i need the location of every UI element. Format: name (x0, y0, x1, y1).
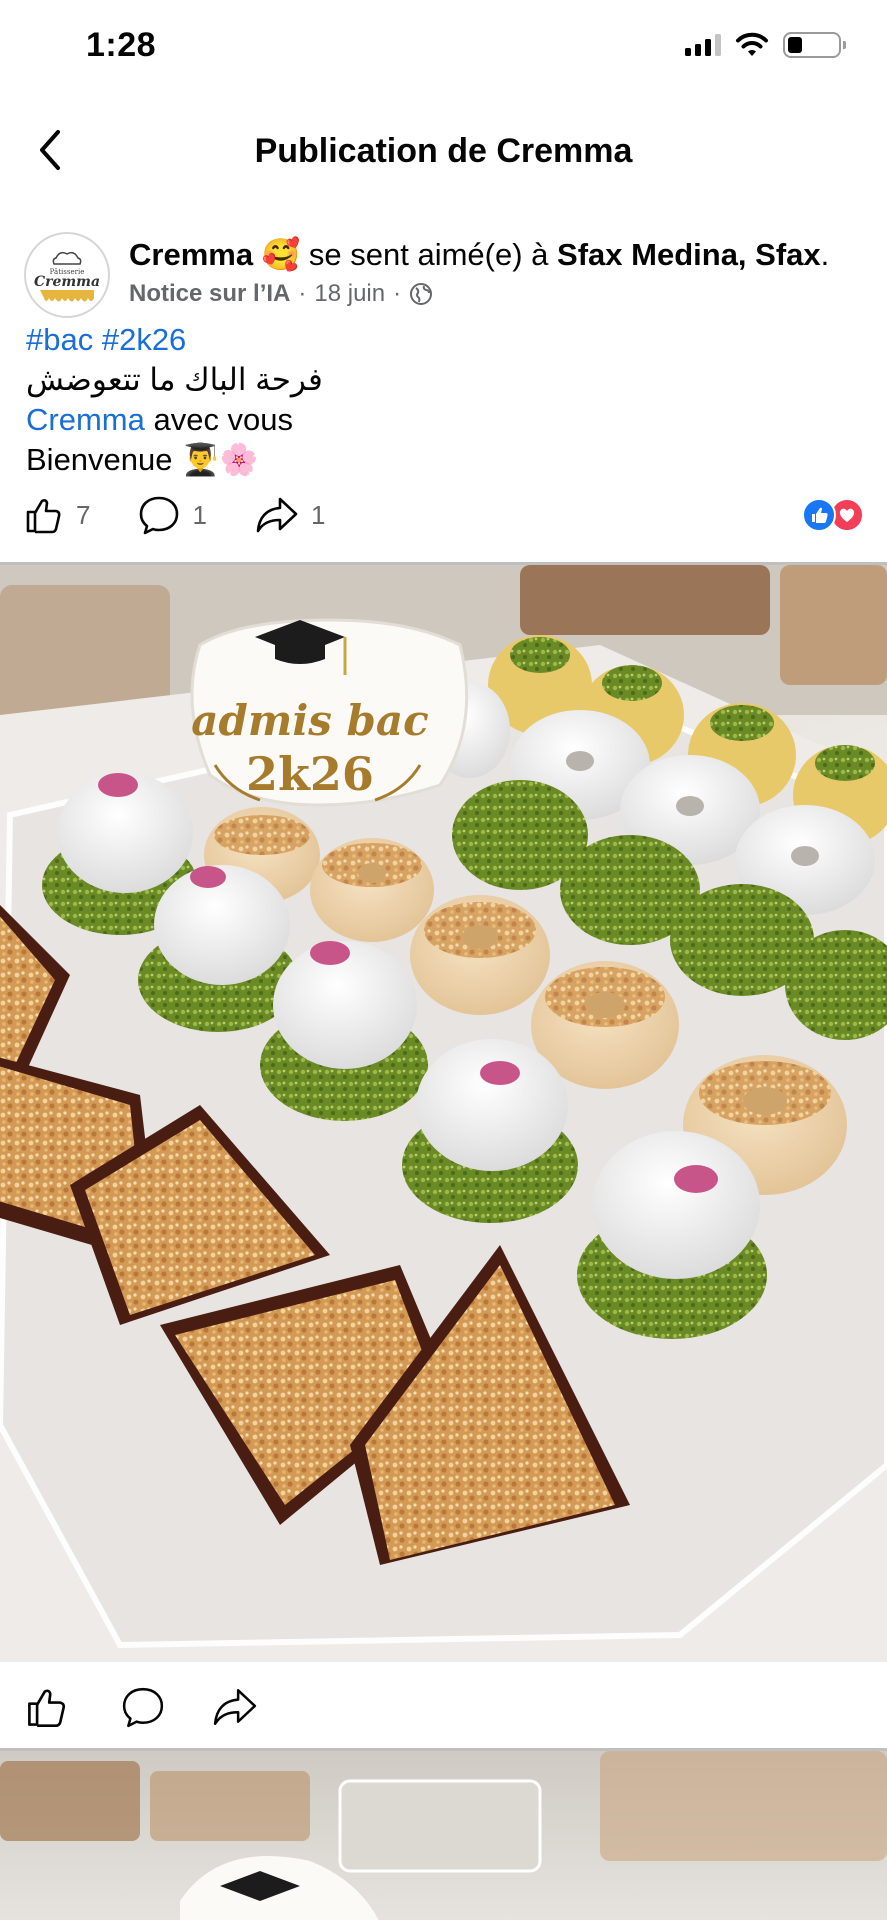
svg-text:2k26: 2k26 (246, 747, 374, 801)
like-count[interactable]: 7 (24, 495, 90, 535)
like-button[interactable] (22, 1682, 72, 1732)
ai-notice-link[interactable]: Notice sur l’IA (129, 280, 290, 308)
post-body: #bac #2k26 فرحة الباك ما تتعوضش Cremma a… (26, 320, 866, 480)
like-reaction-icon (802, 498, 836, 532)
share-count[interactable]: 1 (255, 495, 325, 535)
mention-line: Cremma avec vous (26, 400, 866, 440)
pastry-boxes-image (0, 1751, 887, 1920)
welcome-line: Bienvenue 👨‍🎓🌸 (26, 440, 866, 480)
next-post-photo[interactable] (0, 1748, 887, 1920)
status-bar: 1:28 (0, 0, 887, 96)
status-time: 1:28 (86, 26, 157, 64)
arabic-line: فرحة الباك ما تتعوضش (26, 362, 323, 397)
post-meta: Notice sur l’IA · 18 juin · (129, 280, 433, 308)
battery-icon (783, 32, 846, 58)
meta-separator: · (298, 280, 307, 307)
hashtags[interactable]: #bac #2k26 (26, 320, 866, 360)
post-photo[interactable]: admis bac 2k26 (0, 562, 887, 1662)
post-date[interactable]: 18 juin (314, 280, 385, 308)
avatar[interactable]: Pâtisserie Cremma (24, 232, 110, 318)
reaction-summary[interactable] (802, 498, 864, 532)
author-name[interactable]: Cremma (129, 237, 253, 272)
welcome-text: Bienvenue (26, 442, 173, 477)
cellular-signal-icon (685, 34, 721, 56)
post-header: Pâtisserie Cremma Cremma 🥰 se sent aimé(… (24, 228, 874, 318)
meta-separator: · (393, 280, 402, 307)
comment-button[interactable] (118, 1682, 168, 1732)
cremma-logo-icon: Pâtisserie Cremma (27, 235, 107, 315)
location-suffix: . (820, 237, 830, 272)
mention-link[interactable]: Cremma (26, 402, 145, 437)
like-count-value: 7 (76, 499, 91, 530)
comment-icon (140, 496, 179, 535)
wifi-icon (736, 32, 768, 56)
comment-count-value: 1 (192, 499, 207, 530)
thumbs-up-icon (26, 499, 61, 534)
page-header: Publication de Cremma (0, 112, 887, 188)
location-link[interactable]: Sfax Medina, Sfax (557, 237, 821, 272)
share-icon (213, 1689, 257, 1725)
page-title: Publication de Cremma (254, 132, 633, 170)
post-author-line: Cremma 🥰 se sent aimé(e) à Sfax Medina, … (129, 236, 829, 273)
post-action-bar (0, 1664, 887, 1748)
share-button[interactable] (210, 1682, 260, 1732)
share-count-value: 1 (310, 499, 326, 530)
engagement-counts: 7 1 1 (24, 490, 864, 540)
feeling-emoji: 🥰 (261, 237, 301, 272)
share-icon (256, 497, 298, 533)
svg-text:Cremma: Cremma (34, 274, 100, 290)
comment-icon (122, 1687, 164, 1728)
welcome-emojis: 👨‍🎓🌸 (181, 442, 259, 477)
pastry-tray-image: admis bac 2k26 (0, 565, 887, 1662)
svg-text:admis bac: admis bac (191, 696, 428, 745)
globe-icon (410, 283, 433, 305)
status-icons (685, 32, 846, 58)
mention-rest: avec vous (144, 402, 294, 437)
thumbs-up-icon (28, 1689, 66, 1728)
comment-count[interactable]: 1 (138, 495, 207, 535)
feeling-text: se sent aimé(e) à (308, 237, 549, 272)
